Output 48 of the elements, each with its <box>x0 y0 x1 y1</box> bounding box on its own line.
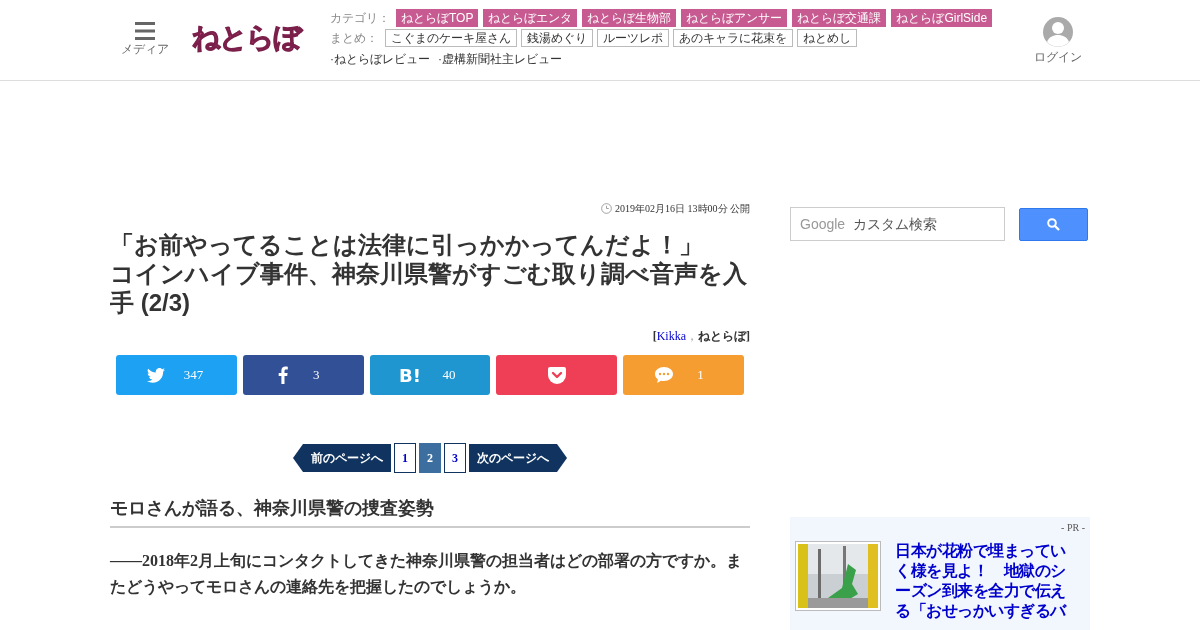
review-link[interactable]: ·虚構新聞社主レビュー <box>438 50 562 68</box>
topic-link[interactable]: 銭湯めぐり <box>521 29 593 47</box>
byline: [Kikka，ねとらぼ] <box>652 328 750 345</box>
review-link[interactable]: ·ねとらぼレビュー <box>330 50 430 68</box>
facebook-share-button[interactable]: 3 <box>242 355 364 395</box>
category-link[interactable]: ねとらぼエンタ <box>483 9 578 27</box>
share-count: 1 <box>696 366 705 385</box>
category-link[interactable]: ねとらぼアンサー <box>681 9 788 27</box>
google-wordmark: Google <box>800 215 846 233</box>
pr-headline-link[interactable]: 日本が花粉で埋まっていく様を見よ！ 地獄のシーズン到来を全力で伝える「おせっかいすぎるバ <box>895 541 1075 621</box>
author-link[interactable]: Kikka <box>656 329 686 343</box>
speech-bubble-icon <box>654 367 673 383</box>
next-page-button[interactable]: 次のページへ <box>469 444 567 472</box>
category-link[interactable]: ねとらぼ生物部 <box>582 9 677 27</box>
category-label: カテゴリ： <box>330 10 390 27</box>
pocket-icon <box>547 366 566 384</box>
category-link[interactable]: ねとらぼTOP <box>396 9 479 27</box>
login-button[interactable]: ログイン <box>1034 17 1082 66</box>
article-title: 「お前やってることは法律に引っかかってんだよ！」 コインハイブ事件、神奈川県警がすごむ取り調べ音声を入 手 (2/3) <box>110 230 748 317</box>
topic-link[interactable]: ねとめし <box>797 29 857 47</box>
search-icon <box>1047 217 1060 231</box>
share-count: 40 <box>441 366 457 385</box>
section-heading: モロさんが語る、神奈川県警の捜査姿勢 <box>110 495 750 528</box>
user-avatar-icon <box>1043 17 1073 47</box>
bird-icon <box>147 367 166 383</box>
menu-icon <box>135 22 155 40</box>
interview-question: ——2018年2月上旬にコンタクトしてきた神奈川県警の担当者はどの部署の方ですか。またどうやってモロさんの連絡先を把握したのでしょうか。 <box>110 551 743 598</box>
page-number-link[interactable]: 3 <box>444 443 466 473</box>
site-logo[interactable]: ねとらぼ <box>192 18 300 58</box>
menu-button[interactable]: メディア <box>120 22 170 58</box>
topic-link[interactable]: あのキャラに花束を <box>673 29 793 47</box>
hatena-logo: B! <box>399 363 421 388</box>
share-count: 347 <box>182 366 205 385</box>
share-count: 3 <box>311 366 321 385</box>
publish-date: 2019年02月16日 13時00分 公開 <box>615 202 750 216</box>
page-number-link[interactable]: 1 <box>394 443 416 473</box>
page-number-link[interactable]: 2 <box>419 443 441 473</box>
topic-link[interactable]: ルーツレポ <box>597 29 669 47</box>
topic-link[interactable]: こぐまのケーキ屋さん <box>385 29 517 47</box>
pocket-share-button[interactable] <box>496 355 618 395</box>
category-link[interactable]: ねとらぼ交通課 <box>792 9 887 27</box>
previous-page-button[interactable]: 前のページへ <box>293 444 391 472</box>
facebook-icon <box>278 366 289 384</box>
search-button[interactable] <box>1019 207 1088 241</box>
matome-label: まとめ： <box>330 30 378 47</box>
clock-icon <box>601 203 612 214</box>
category-link[interactable]: ねとらぼGirlSide <box>891 9 993 27</box>
pr-label: - PR - <box>1061 521 1085 535</box>
